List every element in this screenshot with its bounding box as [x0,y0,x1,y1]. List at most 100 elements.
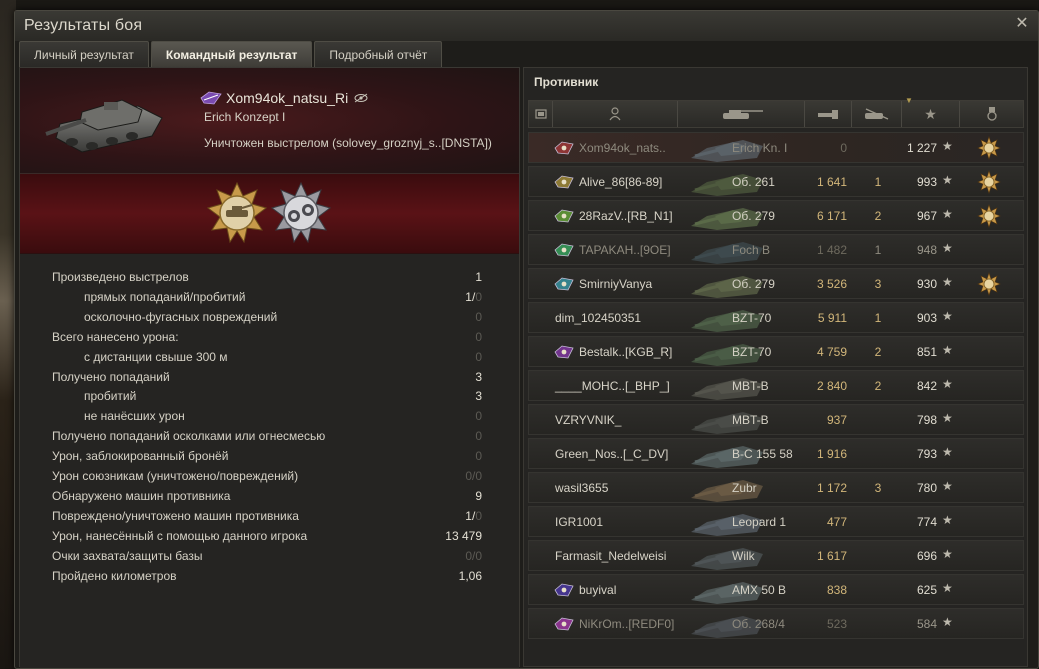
mastery-medal-icon[interactable] [977,170,1001,194]
clan-emblem-icon [554,617,574,631]
enemy-player-name: SmirniyVanya [579,277,653,291]
enemy-row[interactable]: NiKrOm..[REDF0] Об. 268/4 523 584 ★ [528,608,1024,639]
enemy-row[interactable]: VZRYVNIK_ MBT-B 937 798 ★ [528,404,1024,435]
enemy-player-name: Xom94ok_nats.. [579,141,666,155]
tab-team-result[interactable]: Командный результат [150,41,313,67]
enemy-row[interactable]: SmirniyVanya Об. 279 3 526 3 930 ★ [528,268,1024,299]
clan-emblem-icon [554,175,574,189]
enemy-player-name: IGR1001 [555,515,604,529]
enemy-player-name: TAPAKAH..[9OE] [579,243,671,257]
kills-icon [864,108,888,120]
stat-value-zero: 0 [475,289,482,304]
enemy-player-name: dim_102450351 [555,311,642,325]
enemy-vehicle-name: Wilk [732,549,755,563]
sort-vehicle-button[interactable] [678,101,805,127]
stat-label: пробитий [84,389,137,404]
xp-star-icon: ★ [924,105,937,122]
enemy-vehicle-name: BZT-70 [732,311,772,325]
stat-value-main: 1/ [465,508,476,523]
enemy-xp: 625 [916,583,937,597]
enemy-damage: 4 759 [816,345,847,359]
sort-medals-button[interactable] [960,101,1024,127]
hidden-eye-icon[interactable] [354,93,368,103]
enemy-team-title: Противник [534,75,599,89]
enemy-xp: 903 [916,311,937,325]
enemy-kills: 2 [874,209,882,223]
enemy-row[interactable]: Alive_86[86-89] Об. 261 1 641 1 993 ★ [528,166,1024,197]
player-icon [609,107,621,121]
stat-label: Урон, заблокированный бронёй [52,449,229,464]
enemy-vehicle-name: Об. 261 [732,175,775,189]
enemy-xp: 584 [916,617,937,631]
stat-value: 0 [475,406,482,426]
enemy-vehicle-name: Об. 279 [732,209,775,223]
stat-value-zero: 0 [475,349,482,364]
title-bar: Результаты боя ✕ [15,11,1038,41]
tab-personal-result[interactable]: Личный результат [19,41,149,67]
enemy-kills: 1 [874,175,882,189]
stat-value-zero: 0 [475,449,482,464]
stat-row: Обнаружено машин противника 9 [20,486,519,506]
xp-star-icon: ★ [942,411,953,425]
enemy-table-header: ★ [528,100,1024,128]
enemy-row[interactable]: 28RazV..[RB_N1] Об. 279 6 171 2 967 ★ [528,200,1024,231]
close-button[interactable]: ✕ [1014,16,1030,32]
stat-value-main: 1 [475,270,482,284]
enemy-row[interactable]: Bestalk..[KGB_R] BZT-70 4 759 2 851 ★ [528,336,1024,367]
sort-damage-button[interactable] [805,101,852,127]
stat-value: 13 479 [445,526,482,546]
enemy-row[interactable]: IGR1001 Leopard 1 477 774 ★ [528,506,1024,537]
tab-detailed-report[interactable]: Подробный отчёт [314,41,443,67]
enemy-row[interactable]: Farmasit_Nedelweisi Wilk 1 617 696 ★ [528,540,1024,571]
stat-label: Урон союзникам (уничтожено/повреждений) [52,469,299,483]
shell-medal-icon[interactable] [270,182,332,244]
stat-row: не нанёсших урон 0 [20,406,519,426]
xp-star-icon: ★ [942,615,953,629]
mastery-medal-icon[interactable] [977,204,1001,228]
stat-value: 1/0 [465,287,482,307]
stat-label: Получено попаданий осколками или огнесме… [52,429,326,444]
enemy-player-name: Farmasit_Nedelweisi [555,549,667,563]
enemy-vehicle-name: MBT-B [732,413,769,427]
enemy-player-name: Alive_86[86-89] [579,175,663,189]
enemy-row[interactable]: ____MOHC..[_BHP_] MBT-B 2 840 2 842 ★ [528,370,1024,401]
mastery-medal-icon[interactable] [977,272,1001,296]
clan-emblem-icon [554,209,574,223]
enemy-row[interactable]: Green_Nos..[_C_DV] B-C 155 58 1 916 793 ★ [528,438,1024,469]
damage-icon [818,110,838,119]
stat-label: Пройдено километров [52,568,177,583]
sort-squad-button[interactable] [529,101,553,127]
sort-player-button[interactable] [553,101,678,127]
enemy-row[interactable]: buyival AMX 50 B 838 625 ★ [528,574,1024,605]
xp-star-icon: ★ [942,241,953,255]
sort-kills-button[interactable] [852,101,902,127]
enemy-row[interactable]: wasil3655 Zubr 1 172 3 780 ★ [528,472,1024,503]
enemy-player-name: wasil3655 [555,481,609,495]
stat-value: 0 [475,446,482,466]
stat-value-zero: 0 [475,329,482,344]
stat-value-main: 3 [475,369,482,384]
enemy-vehicle-name: Erich Kn. I [732,141,788,155]
mastery-medal-icon[interactable] [977,136,1001,160]
xp-star-icon: ★ [942,309,953,323]
enemy-kills: 3 [874,277,882,291]
player-name-line: Xom94ok_natsu_Ri [200,90,368,106]
enemy-damage: 6 171 [816,209,847,223]
stat-row: Получено попаданий 3 [20,367,519,387]
enemy-xp: 967 [916,209,937,223]
enemy-player-name: VZRYVNIK_ [555,413,622,427]
enemy-row[interactable]: Xom94ok_nats.. Erich Kn. I 0 1 227 ★ [528,132,1024,163]
xp-star-icon: ★ [942,207,953,221]
enemy-row[interactable]: TAPAKAH..[9OE] Foch B 1 482 1 948 ★ [528,234,1024,265]
tank-medal-icon[interactable] [206,182,268,244]
stat-value-zero: 0/0 [465,469,482,483]
enemy-damage: 937 [826,413,847,427]
enemy-vehicle-name: Zubr [732,481,757,495]
enemy-xp: 851 [916,345,937,359]
clan-emblem-icon [554,243,574,257]
stat-value-zero: 0 [475,409,482,424]
xp-star-icon: ★ [942,139,953,153]
stat-value: 0 [475,347,482,367]
enemy-row[interactable]: dim_102450351 BZT-70 5 911 1 903 ★ [528,302,1024,333]
clan-emblem-icon [554,583,574,597]
